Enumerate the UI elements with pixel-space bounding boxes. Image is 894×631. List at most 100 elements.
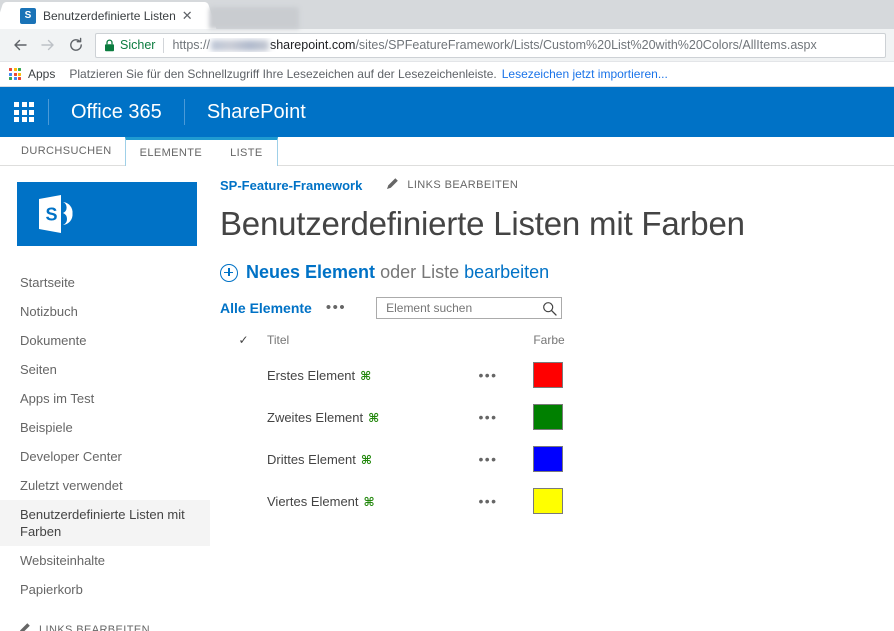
row-title-cell: Zweites Element ⌘ <box>267 396 479 438</box>
browser-tab-background[interactable] <box>208 7 299 29</box>
row-context-menu-icon[interactable]: ••• <box>479 493 498 509</box>
office365-link[interactable]: Office 365 <box>49 101 184 124</box>
ribbon-active-group: ELEMENTE LISTE <box>124 137 278 166</box>
sharepoint-link[interactable]: SharePoint <box>185 101 306 124</box>
app-launcher-icon[interactable] <box>0 87 48 137</box>
url-path: /sites/SPFeatureFramework/Lists/Custom%2… <box>355 38 817 52</box>
sharepoint-site-logo[interactable]: S <box>17 182 197 246</box>
table-row[interactable]: Viertes Element ⌘ ••• <box>220 480 690 522</box>
search-box[interactable] <box>376 297 563 319</box>
item-title[interactable]: Viertes Element <box>267 494 359 509</box>
sidebar-item-apps-im-test[interactable]: Apps im Test <box>0 384 210 413</box>
table-row[interactable]: Drittes Element ⌘ ••• <box>220 438 690 480</box>
apps-grid-icon[interactable] <box>9 68 21 80</box>
row-title-cell: Viertes Element ⌘ <box>267 480 479 522</box>
color-swatch <box>533 404 564 430</box>
edit-links-label: LINKS BEARBEITEN <box>407 179 519 191</box>
search-icon[interactable] <box>542 301 557 316</box>
svg-text:S: S <box>46 205 58 225</box>
sidebar-item-dokumente[interactable]: Dokumente <box>0 326 210 355</box>
browser-window: S Benutzerdefinierte Listen ✕ Sicher htt… <box>0 0 894 631</box>
forward-icon[interactable] <box>34 31 62 59</box>
row-menu-cell: ••• <box>479 480 534 522</box>
row-context-menu-icon[interactable]: ••• <box>479 451 498 467</box>
row-select-cell[interactable] <box>220 438 267 480</box>
address-bar[interactable]: Sicher https:// sharepoint.com /sites/SP… <box>95 32 886 58</box>
breadcrumb: SP-Feature-Framework LINKS BEARBEITEN <box>220 174 874 196</box>
favicon-letter: S <box>24 9 32 21</box>
item-title[interactable]: Erstes Element <box>267 368 355 383</box>
address-text: https:// sharepoint.com /sites/SPFeature… <box>172 38 816 52</box>
column-header-farbe[interactable]: Farbe <box>533 333 690 354</box>
browser-toolbar: Sicher https:// sharepoint.com /sites/SP… <box>0 29 894 62</box>
color-swatch <box>533 362 564 388</box>
table-row[interactable]: Erstes Element ⌘ ••• <box>220 354 690 396</box>
row-select-cell[interactable] <box>220 354 267 396</box>
column-header-blank <box>479 333 534 354</box>
tab-durchsuchen[interactable]: DURCHSUCHEN <box>8 137 125 165</box>
back-icon[interactable] <box>6 31 34 59</box>
url-host-redacted <box>210 39 269 51</box>
select-all-checkmark-icon[interactable]: ✓ <box>220 333 267 354</box>
sidebar-item-notizbuch[interactable]: Notizbuch <box>0 297 210 326</box>
pencil-icon <box>18 622 31 631</box>
sidebar-item-websiteinhalte[interactable]: Websiteinhalte <box>0 546 210 575</box>
color-swatch <box>533 446 564 472</box>
row-select-cell[interactable] <box>220 480 267 522</box>
item-title[interactable]: Drittes Element <box>267 452 356 467</box>
sidebar-item-seiten[interactable]: Seiten <box>0 355 210 384</box>
secure-label: Sicher <box>120 38 156 52</box>
view-toolbar: Alle Elemente ••• <box>220 297 874 319</box>
table-header-row: ✓ Titel Farbe <box>220 333 690 354</box>
or-list-label: oder Liste <box>380 262 460 282</box>
url-host: sharepoint.com <box>269 38 356 52</box>
reload-icon[interactable] <box>62 31 90 59</box>
row-context-menu-icon[interactable]: ••• <box>479 367 498 383</box>
new-item-icon: ⌘ <box>360 452 373 467</box>
sidebar-edit-links-button[interactable]: LINKS BEARBEITEN <box>0 622 210 631</box>
import-bookmarks-link[interactable]: Lesezeichen jetzt importieren... <box>502 67 668 81</box>
bookmarks-hint: Platzieren Sie für den Schnellzugriff Ih… <box>69 67 497 81</box>
table-row[interactable]: Zweites Element ⌘ ••• <box>220 396 690 438</box>
row-color-cell <box>533 480 690 522</box>
sidebar-item-zuletzt-verwendet[interactable]: Zuletzt verwendet <box>0 471 210 500</box>
edit-links-button[interactable]: LINKS BEARBEITEN <box>386 177 518 193</box>
edit-list-button[interactable]: bearbeiten <box>464 262 549 283</box>
row-menu-cell: ••• <box>479 438 534 480</box>
sharepoint-favicon: S <box>20 7 36 24</box>
row-context-menu-icon[interactable]: ••• <box>479 409 498 425</box>
sidebar-item-benutzerdefinierte-listen-mit-farben[interactable]: Benutzerdefinierte Listen mit Farben <box>0 500 210 546</box>
row-color-cell <box>533 354 690 396</box>
page-title: Benutzerdefinierte Listen mit Farben <box>220 205 745 242</box>
row-color-cell <box>533 438 690 480</box>
tab-elemente[interactable]: ELEMENTE <box>126 140 217 166</box>
url-scheme: https:// <box>172 38 210 52</box>
sidebar: S Startseite Notizbuch Dokumente Seiten … <box>0 166 210 631</box>
sidebar-item-papierkorb[interactable]: Papierkorb <box>0 575 210 604</box>
sidebar-item-beispiele[interactable]: Beispiele <box>0 413 210 442</box>
search-input[interactable] <box>384 300 543 316</box>
item-title[interactable]: Zweites Element <box>267 410 363 425</box>
tab-liste[interactable]: LISTE <box>216 140 277 166</box>
sharepoint-logo-icon: S <box>37 193 93 235</box>
sidebar-item-startseite[interactable]: Startseite <box>0 268 210 297</box>
sharepoint-page: Office 365 SharePoint DURCHSUCHEN ELEMEN… <box>0 87 894 631</box>
close-icon[interactable]: ✕ <box>182 9 193 22</box>
plus-circle-icon[interactable] <box>220 263 238 282</box>
main-content: SP-Feature-Framework LINKS BEARBEITEN Be… <box>210 166 894 631</box>
bookmarks-bar: Apps Platzieren Sie für den Schnellzugri… <box>0 62 894 87</box>
ribbon-tab-bar: DURCHSUCHEN ELEMENTE LISTE <box>0 137 894 166</box>
apps-bookmark-label[interactable]: Apps <box>28 67 55 81</box>
new-item-icon: ⌘ <box>360 368 372 383</box>
browser-tab-active[interactable]: S Benutzerdefinierte Listen ✕ <box>8 2 203 29</box>
row-select-cell[interactable] <box>220 396 267 438</box>
sidebar-nav-list: Startseite Notizbuch Dokumente Seiten Ap… <box>0 268 210 604</box>
breadcrumb-site-link[interactable]: SP-Feature-Framework <box>220 178 362 193</box>
view-options-icon[interactable]: ••• <box>326 300 346 315</box>
new-item-button[interactable]: Neues Element <box>246 262 375 283</box>
column-header-titel[interactable]: Titel <box>267 333 479 354</box>
row-menu-cell: ••• <box>479 396 534 438</box>
pencil-icon <box>386 177 399 193</box>
sidebar-item-developer-center[interactable]: Developer Center <box>0 442 210 471</box>
current-view-selector[interactable]: Alle Elemente <box>220 300 312 316</box>
